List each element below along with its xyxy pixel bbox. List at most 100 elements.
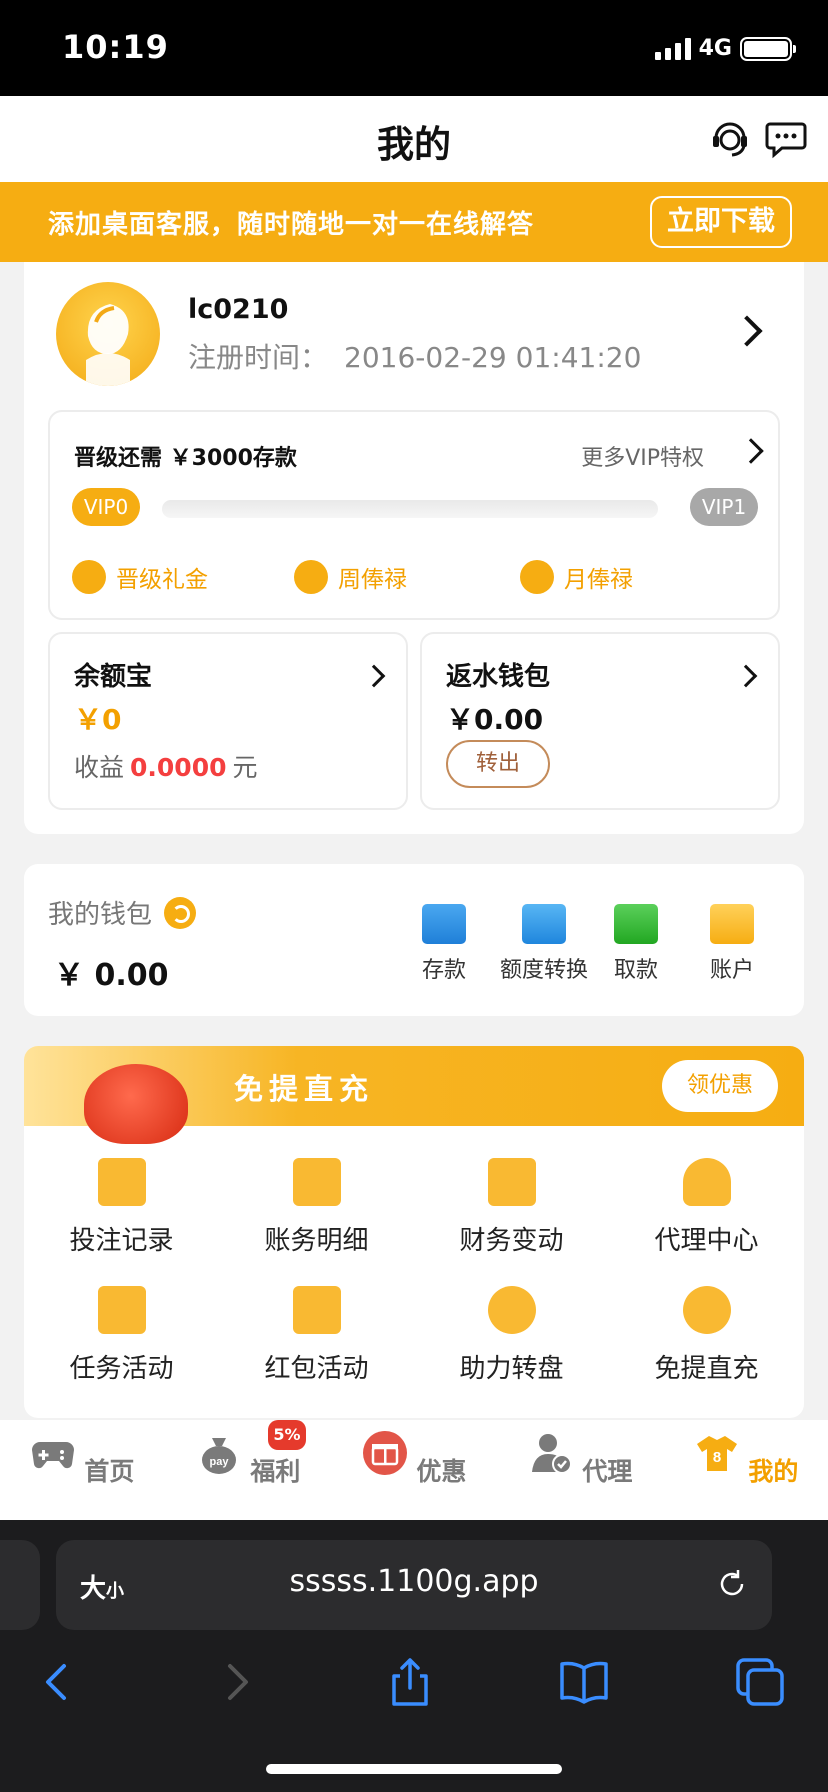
grid-finance-changes[interactable]: 财务变动 [414, 1158, 609, 1257]
vip-progress-box: 晋级还需 ￥3000存款 更多VIP特权 VIP0 VIP1 晋级礼金 周俸禄 … [48, 410, 780, 620]
wallet-balance: ￥ 0.00 [54, 958, 169, 993]
message-icon[interactable] [764, 116, 808, 160]
vip-next-badge: VIP1 [690, 488, 758, 526]
pay-text: pay [209, 1456, 229, 1468]
withdraw-action[interactable]: 取款 [586, 904, 686, 984]
tab-home[interactable]: 首页 [22, 1430, 142, 1488]
tab-mine[interactable]: 8 我的 [686, 1430, 806, 1488]
transfer-action[interactable]: 额度转换 [486, 904, 602, 984]
browser-toolbar: 大小 sssss.1100g.app [0, 1520, 828, 1792]
back-icon[interactable] [28, 1652, 88, 1712]
transfer-arrows-icon [522, 904, 566, 944]
register-time-label: 注册时间： [188, 341, 329, 374]
refresh-icon[interactable] [164, 896, 197, 929]
home-indicator [266, 1764, 562, 1774]
page-title: 我的 [377, 123, 451, 166]
agent-icon [531, 1434, 572, 1474]
account-action[interactable]: 账户 [682, 904, 782, 984]
rebate-chevron-icon [734, 664, 758, 688]
battery-icon [740, 36, 796, 61]
perk-upgrade-gift[interactable]: 晋级礼金 [72, 560, 208, 594]
status-indicators: 4G [654, 36, 796, 61]
rebate-title: 返水钱包 [446, 662, 551, 692]
upgrade-arrow-icon [72, 560, 106, 594]
rebate-amount: ￥0.00 [446, 703, 544, 736]
tabs-icon[interactable] [730, 1652, 790, 1712]
username: lc0210 [188, 294, 289, 325]
grid-red-packet[interactable]: 红包活动 [219, 1286, 414, 1385]
grid-agent-center[interactable]: 代理中心 [609, 1158, 804, 1257]
card-icon [710, 904, 754, 944]
grid-lucky-wheel[interactable]: 助力转盘 [414, 1286, 609, 1385]
welfare-badge: 5% [268, 1420, 306, 1450]
vip-progress-bar [162, 500, 658, 518]
url-text[interactable]: sssss.1100g.app [56, 1564, 772, 1599]
vip-requirement: 晋级还需 ￥3000存款 [74, 446, 297, 471]
deposit-wallet-icon [422, 904, 466, 944]
download-banner: 添加桌面客服，随时随地一对一在线解答 立即下载 [0, 182, 828, 262]
yuebao-chevron-icon [362, 664, 386, 688]
red-packet-icon [292, 1286, 341, 1334]
promo-text: 免提直充 [234, 1072, 375, 1106]
tab-agent[interactable]: 代理 [520, 1430, 640, 1488]
yuebao-box[interactable]: 余额宝 ￥0 收益 0.0000 元 [48, 632, 408, 810]
network-label: 4G [698, 36, 732, 61]
pay-bag-icon: pay [201, 1438, 236, 1474]
bottom-tab-bar: 首页 pay 福利 优惠 代理 8 我的 [0, 1420, 828, 1520]
tab-promotions[interactable]: 优惠 [354, 1430, 474, 1488]
profile-chevron-icon[interactable] [731, 315, 763, 347]
transfer-out-button[interactable]: 转出 [446, 740, 550, 788]
share-icon[interactable] [380, 1652, 440, 1712]
gamepad-icon [31, 1442, 74, 1469]
grid-bet-records[interactable]: 投注记录 [24, 1158, 219, 1257]
bookmarks-icon[interactable] [554, 1652, 614, 1712]
previous-tab-stub[interactable] [0, 1540, 40, 1630]
lucky-bag-icon [84, 1064, 188, 1144]
profile-card: lc0210 注册时间： 2016-02-29 01:41:20 晋级还需 ￥30… [24, 262, 804, 834]
forward-icon[interactable] [206, 1652, 266, 1712]
agent-person-icon [682, 1158, 731, 1206]
deposit-action[interactable]: 存款 [394, 904, 494, 984]
claim-offer-button[interactable]: 领优惠 [662, 1060, 778, 1112]
coin-icon [682, 1286, 731, 1334]
banner-text: 添加桌面客服，随时随地一对一在线解答 [48, 210, 535, 240]
document-icon [97, 1158, 146, 1206]
address-bar[interactable]: 大小 sssss.1100g.app [56, 1540, 772, 1630]
grid-direct-topup[interactable]: 免提直充 [609, 1286, 804, 1385]
grid-task-activity[interactable]: 任务活动 [24, 1286, 219, 1385]
rebate-wallet-box[interactable]: 返水钱包 ￥0.00 转出 [420, 632, 780, 810]
grid-account-details[interactable]: 账务明细 [219, 1158, 414, 1257]
customer-service-icon[interactable] [708, 116, 752, 160]
services-card: 免提直充 领优惠 投注记录 账务明细 财务变动 代理中心 任务活动 红包活动 助… [24, 1046, 804, 1418]
yuebao-title: 余额宝 [74, 662, 153, 692]
signal-icon [654, 37, 691, 60]
calendar-icon [294, 560, 328, 594]
gift-icon [362, 1431, 407, 1475]
wheel-icon [487, 1286, 536, 1334]
vip-more-chevron-icon[interactable] [738, 438, 764, 464]
svg-text:8: 8 [712, 1449, 720, 1466]
yuebao-amount: ￥0 [74, 703, 122, 736]
perk-monthly-salary[interactable]: 月俸禄 [520, 560, 633, 594]
perk-weekly-salary[interactable]: 周俸禄 [294, 560, 407, 594]
task-check-icon [97, 1286, 146, 1334]
withdraw-yuan-icon [614, 904, 658, 944]
vip-current-badge: VIP0 [72, 488, 140, 526]
avatar[interactable] [56, 282, 160, 386]
money-bag-icon [520, 560, 554, 594]
page-header: 我的 [0, 96, 828, 182]
yuebao-earnings: 收益 0.0000 元 [74, 753, 258, 782]
reload-icon[interactable] [716, 1568, 748, 1600]
register-time-value: 2016-02-29 01:41:20 [344, 341, 642, 374]
status-bar: 10:19 4G [0, 0, 828, 96]
promo-banner[interactable]: 免提直充 领优惠 [24, 1046, 804, 1144]
vip-more-link[interactable]: 更多VIP特权 [581, 440, 704, 472]
my-wallet-card: 我的钱包 ￥ 0.00 存款 额度转换 取款 账户 [24, 864, 804, 1016]
calendar-list-icon [487, 1158, 536, 1206]
status-time: 10:19 [62, 28, 169, 66]
wallet-title: 我的钱包 [48, 894, 197, 931]
ledger-icon [292, 1158, 341, 1206]
jersey-icon: 8 [696, 1436, 737, 1471]
register-time: 注册时间： 2016-02-29 01:41:20 [188, 336, 641, 376]
download-button[interactable]: 立即下载 [650, 196, 792, 248]
